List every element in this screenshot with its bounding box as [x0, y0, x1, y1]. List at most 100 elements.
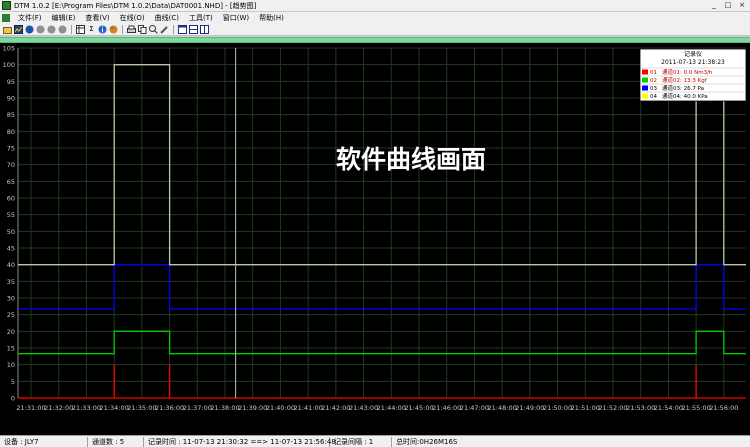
- trend-chart[interactable]: 0 5 10 15 20 25 30 35 40 45 50 55 60 65 70 75 80 85 90 95 10…: [0, 43, 750, 435]
- x-tick-label: 21:43:00: [349, 404, 378, 412]
- y-tick-label: 0: [11, 395, 15, 403]
- maximize-button[interactable]: □: [722, 1, 734, 10]
- toolbar-separator: [122, 24, 123, 34]
- sum-icon[interactable]: Σ: [87, 25, 96, 34]
- x-tick-label: 21:41:00: [294, 404, 323, 412]
- window3-icon[interactable]: [200, 24, 209, 34]
- y-tick-label: 100: [3, 61, 15, 69]
- y-tick-label: 60: [7, 195, 15, 203]
- legend-id: 04: [650, 94, 657, 100]
- open-icon[interactable]: [3, 25, 12, 34]
- x-tick-label: 21:32:00: [44, 404, 73, 412]
- y-tick-label: 55: [7, 211, 15, 219]
- legend-swatch: [642, 85, 648, 91]
- legend-title: 记录仪: [684, 50, 702, 58]
- app-icon: [2, 1, 11, 10]
- chart-panel[interactable]: 0 5 10 15 20 25 30 35 40 45 50 55 60 65 70 75 80 85 90 95 10…: [0, 43, 750, 435]
- window2-icon[interactable]: [189, 24, 198, 34]
- close-button[interactable]: ×: [736, 1, 748, 10]
- x-tick-label: 21:54:00: [654, 404, 683, 412]
- y-tick-label: 70: [7, 161, 15, 169]
- y-tick-label: 35: [7, 278, 15, 286]
- menu-curve[interactable]: 曲线(C): [150, 13, 184, 23]
- menu-online[interactable]: 在线(O): [115, 13, 150, 23]
- disc-icon[interactable]: [25, 25, 34, 34]
- window1-icon[interactable]: [178, 24, 187, 34]
- status-interval: 记录间隔 : 1: [330, 436, 392, 447]
- legend-label: 通道02: 13.3 Kgf: [662, 76, 708, 84]
- x-tick-label: 21:47:00: [460, 404, 489, 412]
- x-tick-label: 21:45:00: [404, 404, 433, 412]
- toolbar-separator: [173, 24, 174, 34]
- legend-swatch: [642, 77, 648, 83]
- print-icon[interactable]: [127, 25, 136, 34]
- menu-edit[interactable]: 编辑(E): [47, 13, 81, 23]
- circle-icon[interactable]: [47, 25, 56, 34]
- toolbar-separator: [71, 24, 72, 34]
- x-tick-label: 21:31:00: [16, 404, 45, 412]
- x-tick-label: 21:38:00: [210, 404, 239, 412]
- legend-id: 02: [650, 78, 657, 84]
- legend-datetime: 2011-07-13 21:38:23: [661, 59, 725, 66]
- y-tick-label: 105: [3, 45, 15, 53]
- x-tick-label: 21:44:00: [377, 404, 406, 412]
- status-record-time: 记录时间 : 11-07-13 21:30:32 ==> 11-07-13 21…: [144, 436, 336, 447]
- x-tick-label: 21:55:00: [682, 404, 711, 412]
- color-icon[interactable]: [109, 25, 118, 34]
- x-tick-label: 21:46:00: [432, 404, 461, 412]
- legend-id: 01: [650, 70, 657, 76]
- y-tick-label: 30: [7, 295, 15, 303]
- y-tick-label: 20: [7, 328, 15, 336]
- chart-icon[interactable]: [14, 24, 23, 34]
- info-icon[interactable]: [98, 25, 107, 34]
- copy-icon[interactable]: [138, 24, 147, 34]
- circle-icon[interactable]: [58, 25, 67, 34]
- status-device: 设备 : JLY7: [0, 436, 88, 447]
- x-tick-label: 21:48:00: [488, 404, 517, 412]
- menu-window[interactable]: 窗口(W): [218, 13, 254, 23]
- legend-swatch: [642, 93, 648, 99]
- y-tick-label: 45: [7, 245, 15, 253]
- legend-swatch: [642, 69, 648, 75]
- toolbar: Σ: [0, 23, 750, 36]
- x-tick-label: 21:34:00: [100, 404, 129, 412]
- x-tick-label: 21:56:00: [709, 404, 738, 412]
- status-channels: 通道数 : 5: [88, 436, 144, 447]
- menu-tools[interactable]: 工具(T): [184, 13, 218, 23]
- menu-help[interactable]: 帮助(H): [254, 13, 289, 23]
- minimize-button[interactable]: _: [708, 1, 720, 10]
- x-tick-label: 21:51:00: [571, 404, 600, 412]
- x-tick-label: 21:39:00: [238, 404, 267, 412]
- menu-bar: 文件(F) 编辑(E) 查看(V) 在线(O) 曲线(C) 工具(T) 窗口(W…: [0, 12, 750, 23]
- y-tick-label: 10: [7, 361, 15, 369]
- menu-file[interactable]: 文件(F): [13, 13, 47, 23]
- y-tick-label: 90: [7, 95, 15, 103]
- x-tick-label: 21:35:00: [127, 404, 156, 412]
- legend-id: 03: [650, 86, 657, 92]
- series-line: [18, 264, 746, 310]
- x-tick-label: 21:53:00: [626, 404, 655, 412]
- table-icon[interactable]: [76, 24, 85, 34]
- x-tick-label: 21:50:00: [543, 404, 572, 412]
- legend-label: 通道01: 0.0 Nm3/h: [662, 68, 713, 76]
- x-tick-label: 21:40:00: [266, 404, 295, 412]
- legend-label: 通道03: 26.7 Pa: [662, 84, 704, 92]
- y-tick-label: 50: [7, 228, 15, 236]
- zoom-icon[interactable]: [149, 24, 158, 34]
- circle-icon[interactable]: [36, 25, 45, 34]
- tool-icon[interactable]: [160, 25, 169, 34]
- series-line: [18, 330, 746, 355]
- y-tick-label: 15: [7, 345, 15, 353]
- menu-view[interactable]: 查看(V): [80, 13, 114, 23]
- x-tick-label: 21:52:00: [598, 404, 627, 412]
- x-tick-label: 21:37:00: [183, 404, 212, 412]
- x-tick-label: 21:33:00: [72, 404, 101, 412]
- status-total-time: 总时间:0H26M16S: [396, 437, 458, 446]
- x-tick-label: 21:36:00: [155, 404, 184, 412]
- y-tick-label: 85: [7, 111, 15, 119]
- y-tick-label: 75: [7, 145, 15, 153]
- y-tick-label: 65: [7, 178, 15, 186]
- y-tick-label: 95: [7, 78, 15, 86]
- y-tick-label: 80: [7, 128, 15, 136]
- document-icon: [2, 13, 10, 22]
